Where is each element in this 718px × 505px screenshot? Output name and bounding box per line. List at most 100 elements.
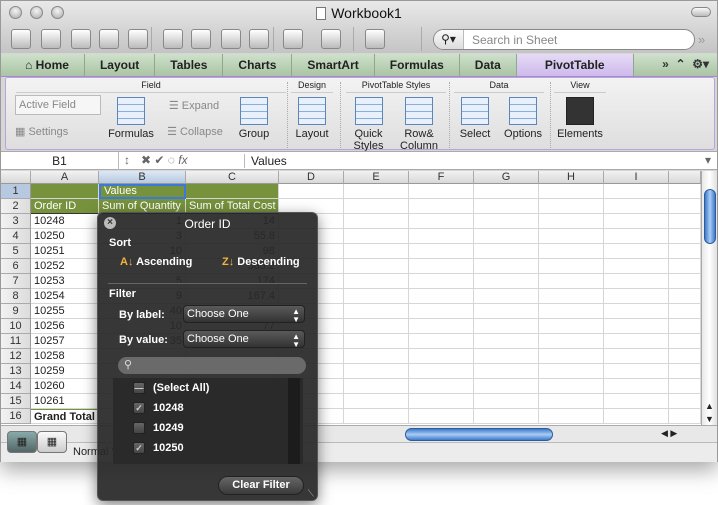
row-header-10[interactable]: 10	[1, 319, 31, 334]
autosum-icon[interactable]	[363, 28, 387, 50]
column-header-F[interactable]: F	[409, 171, 474, 184]
cell[interactable]	[669, 214, 701, 229]
cell[interactable]	[474, 334, 539, 349]
row-header-7[interactable]: 7	[1, 274, 31, 289]
tab-charts[interactable]: Charts	[223, 54, 293, 76]
cell[interactable]	[344, 394, 409, 409]
cell[interactable]	[539, 244, 604, 259]
cell[interactable]	[474, 214, 539, 229]
cell[interactable]	[539, 214, 604, 229]
undo-icon[interactable]	[281, 28, 305, 50]
checkbox-mixed-icon[interactable]: —	[133, 382, 145, 394]
cell[interactable]	[604, 379, 669, 394]
page-layout-view-button[interactable]: ▦	[37, 431, 67, 453]
order-id-cell[interactable]: 10253	[31, 274, 99, 289]
cell[interactable]	[409, 199, 474, 214]
select-all-corner[interactable]	[1, 171, 31, 184]
order-id-cell[interactable]: 10259	[31, 364, 99, 379]
cell[interactable]	[669, 319, 701, 334]
toolbar-overflow-icon[interactable]: »	[698, 28, 705, 50]
cell[interactable]	[669, 244, 701, 259]
cell[interactable]	[604, 334, 669, 349]
cell[interactable]	[669, 259, 701, 274]
scroll-down-icon[interactable]: ▼	[705, 414, 714, 424]
cell[interactable]	[344, 229, 409, 244]
cell[interactable]	[474, 259, 539, 274]
cut-icon[interactable]	[161, 28, 185, 50]
cell[interactable]	[344, 379, 409, 394]
search-input[interactable]: ⚲▾ Search in Sheet	[433, 29, 695, 50]
cell[interactable]	[604, 304, 669, 319]
cell[interactable]	[344, 304, 409, 319]
scroll-left-right-icon[interactable]: ◀ ▶	[661, 428, 677, 439]
cell[interactable]	[604, 259, 669, 274]
values-cell[interactable]: Values	[99, 184, 186, 199]
scroll-up-icon[interactable]: ▲	[705, 401, 714, 411]
expand-formula-icon[interactable]: ▾	[705, 153, 711, 167]
tab-home[interactable]: ⌂ Home	[1, 54, 85, 76]
fx-icon[interactable]: fx	[178, 153, 187, 167]
cell[interactable]	[604, 364, 669, 379]
checkbox-checked-icon[interactable]: ✓	[133, 402, 145, 414]
order-id-cell[interactable]: 10254	[31, 289, 99, 304]
cell[interactable]	[409, 394, 474, 409]
row-header-4[interactable]: 4	[1, 229, 31, 244]
row-header-2[interactable]: 2	[1, 199, 31, 214]
tab-pivottable[interactable]: PivotTable	[516, 54, 634, 76]
cell[interactable]	[604, 349, 669, 364]
cell[interactable]	[539, 304, 604, 319]
cell[interactable]	[344, 199, 409, 214]
row-header-5[interactable]: 5	[1, 244, 31, 259]
cell[interactable]	[409, 184, 474, 199]
cell[interactable]	[344, 214, 409, 229]
pivot-header-cell[interactable]	[186, 184, 279, 199]
tab-data[interactable]: Data	[460, 54, 517, 76]
tab-tables[interactable]: Tables	[155, 54, 224, 76]
row-header-15[interactable]: 15	[1, 394, 31, 409]
cell[interactable]	[474, 289, 539, 304]
cell[interactable]	[409, 259, 474, 274]
clear-filter-button[interactable]: Clear Filter	[218, 476, 304, 495]
cell[interactable]	[539, 319, 604, 334]
list-scrollbar[interactable]	[288, 378, 300, 464]
row-header-14[interactable]: 14	[1, 379, 31, 394]
toolbar-toggle-button[interactable]	[691, 7, 711, 17]
row-header-8[interactable]: 8	[1, 289, 31, 304]
cell[interactable]	[474, 184, 539, 199]
cell[interactable]	[604, 319, 669, 334]
cell[interactable]	[344, 319, 409, 334]
cell[interactable]	[669, 364, 701, 379]
order-id-cell[interactable]: 10256	[31, 319, 99, 334]
cell[interactable]	[539, 334, 604, 349]
ribbon-controls[interactable]: » ⌃ ⚙▾	[662, 57, 709, 71]
cell[interactable]	[669, 184, 701, 199]
cell[interactable]	[539, 259, 604, 274]
gallery-icon[interactable]	[39, 28, 63, 50]
order-id-cell[interactable]: 10257	[31, 334, 99, 349]
row-header-9[interactable]: 9	[1, 304, 31, 319]
row-header-13[interactable]: 13	[1, 364, 31, 379]
cell[interactable]	[409, 349, 474, 364]
pivot-header-cell[interactable]	[31, 184, 99, 199]
cell[interactable]	[474, 319, 539, 334]
by-label-select[interactable]: Choose One ▲ ▼	[183, 305, 305, 324]
cell[interactable]	[409, 289, 474, 304]
cell[interactable]	[669, 394, 701, 409]
cell[interactable]	[344, 349, 409, 364]
cell[interactable]	[669, 409, 701, 424]
column-header-E[interactable]: E	[344, 171, 409, 184]
order-id-cell[interactable]: 10248	[31, 214, 99, 229]
order-id-cell[interactable]: 10261	[31, 394, 99, 409]
order-id-cell[interactable]: 10252	[31, 259, 99, 274]
cell[interactable]	[474, 364, 539, 379]
elements-button[interactable]: Elements	[554, 97, 606, 140]
vertical-scroll-thumb[interactable]	[704, 189, 716, 244]
settings-button[interactable]: ▦ Settings	[15, 126, 95, 138]
format-painter-icon[interactable]	[247, 28, 271, 50]
order-id-cell[interactable]: 10255	[31, 304, 99, 319]
cell[interactable]	[539, 349, 604, 364]
sort-descending-button[interactable]: Z↓ Descending	[222, 256, 300, 268]
sort-ascending-button[interactable]: A↓ Ascending	[120, 256, 192, 268]
vertical-scrollbar[interactable]: ▲ ▼	[701, 171, 717, 425]
cell[interactable]	[604, 274, 669, 289]
